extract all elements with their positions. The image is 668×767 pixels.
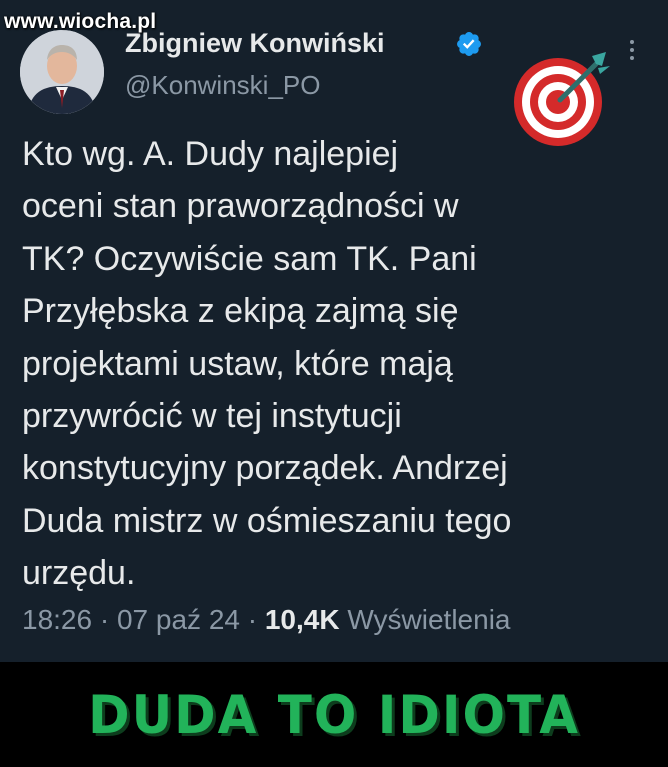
verified-badge-icon <box>457 32 481 56</box>
tweet-text-line: konstytucyjny porządek. Andrzej <box>22 449 508 488</box>
caption-bar: DUDA TO IDIOTA <box>0 662 668 767</box>
tweet-text-line: Przyłębska z ekipą zajmą się <box>22 292 459 331</box>
author-name[interactable]: Zbigniew Konwiński <box>125 28 385 59</box>
more-options-icon[interactable] <box>622 36 642 66</box>
post-time[interactable]: 18:26 <box>22 604 92 635</box>
author-handle[interactable]: @Konwinski_PO <box>125 70 320 101</box>
tweet-text-line: urzędu. <box>22 554 136 593</box>
meta-separator: · <box>92 604 117 635</box>
tweet-text-line: oceni stan praworządności w <box>22 187 459 226</box>
meta-separator: · <box>239 604 265 635</box>
tweet-meta: 18:26 · 07 paź 24 · 10,4K Wyświetlenia <box>22 604 511 636</box>
tweet-text-line: TK? Oczywiście sam TK. Pani <box>22 239 477 278</box>
avatar[interactable] <box>20 30 104 114</box>
tweet-text: Kto wg. A. Dudy najlepiej oceni stan pra… <box>22 128 642 600</box>
meme-image: www.wiocha.pl Zbigniew Konwiński @Konwin… <box>0 0 668 767</box>
tweet-text-line: przywrócić w tej instytucji <box>22 397 402 436</box>
views-count: 10,4K <box>264 604 340 635</box>
tweet-text-line: Duda mistrz w ośmieszaniu tego <box>22 501 512 540</box>
post-date[interactable]: 07 paź 24 <box>117 604 240 635</box>
avatar-portrait <box>20 30 104 114</box>
caption-text: DUDA TO IDIOTA <box>88 684 580 745</box>
views-label: Wyświetlenia <box>347 604 511 635</box>
tweet-card: www.wiocha.pl Zbigniew Konwiński @Konwin… <box>0 0 668 662</box>
watermark: www.wiocha.pl <box>4 10 157 33</box>
tweet-text-line: Kto wg. A. Dudy najlepiej <box>22 135 399 173</box>
tweet-text-line: projektami ustaw, które mają <box>22 344 453 383</box>
